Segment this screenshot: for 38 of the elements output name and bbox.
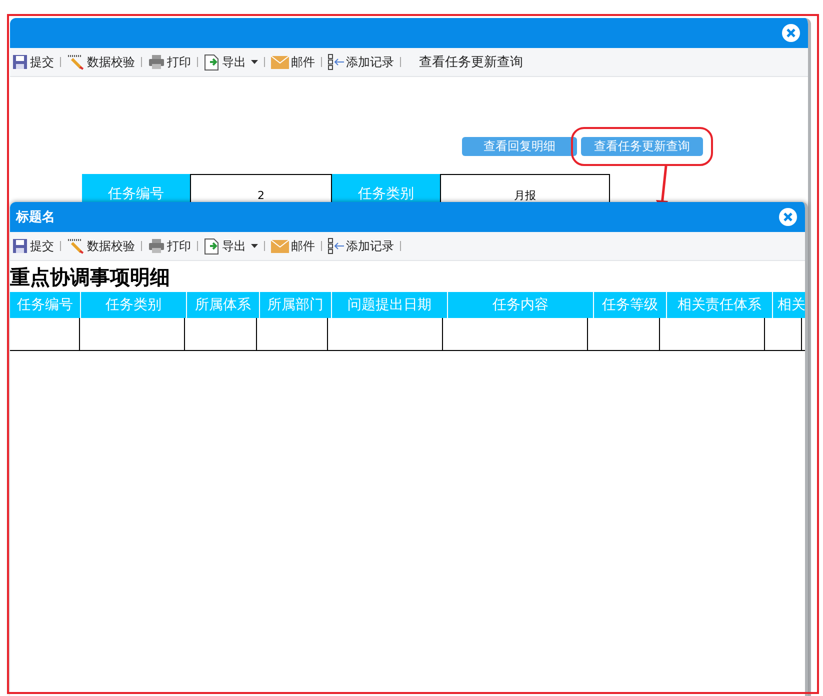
- toolbar-button[interactable]: 导出: [202, 54, 260, 70]
- toolbar-button[interactable]: 数据校验: [65, 54, 137, 70]
- export-icon: [204, 54, 220, 70]
- caret-icon: [251, 244, 258, 248]
- add-record-icon: [328, 54, 344, 70]
- dialog-title: 标题名: [16, 209, 55, 226]
- column-header: 所属部门: [260, 292, 332, 318]
- column-header: 相关责任体系: [667, 292, 773, 318]
- column-header: 问题提出日期: [332, 292, 448, 318]
- printer-icon: [148, 54, 165, 70]
- column-header: 所属体系: [187, 292, 260, 318]
- column-header: 任务等级: [594, 292, 667, 318]
- toolbar-button[interactable]: 打印: [146, 54, 193, 70]
- toolbar-button[interactable]: 导出: [202, 238, 260, 254]
- toolbar-button[interactable]: 提交: [10, 238, 56, 254]
- column-header: 任务编号: [10, 292, 81, 318]
- toolbar-button[interactable]: 邮件: [269, 238, 317, 254]
- add-record-icon: [328, 238, 344, 254]
- column-header: 相关: [773, 292, 805, 318]
- printer-icon: [148, 238, 165, 254]
- column-header: 任务类别: [81, 292, 187, 318]
- toolbar-button[interactable]: 邮件: [269, 54, 317, 70]
- toolbar-button[interactable]: 打印: [146, 238, 193, 254]
- toolbar-button[interactable]: 添加记录: [326, 54, 396, 70]
- toolbar-button[interactable]: 查看任务更新查询: [417, 53, 525, 71]
- export-icon: [204, 238, 220, 254]
- pencil-icon: [67, 238, 85, 254]
- close-icon[interactable]: [779, 208, 797, 226]
- section-heading: 重点协调事项明细: [10, 264, 171, 291]
- toolbar-button[interactable]: 数据校验: [65, 238, 137, 254]
- toolbar-button[interactable]: 提交: [10, 54, 56, 70]
- toolbar-button[interactable]: 添加记录: [326, 238, 396, 254]
- column-header: 任务内容: [448, 292, 594, 318]
- pencil-icon: [67, 54, 85, 70]
- caret-icon: [251, 60, 258, 64]
- envelope-icon: [271, 56, 289, 68]
- envelope-icon: [271, 240, 289, 252]
- close-icon[interactable]: [782, 24, 800, 42]
